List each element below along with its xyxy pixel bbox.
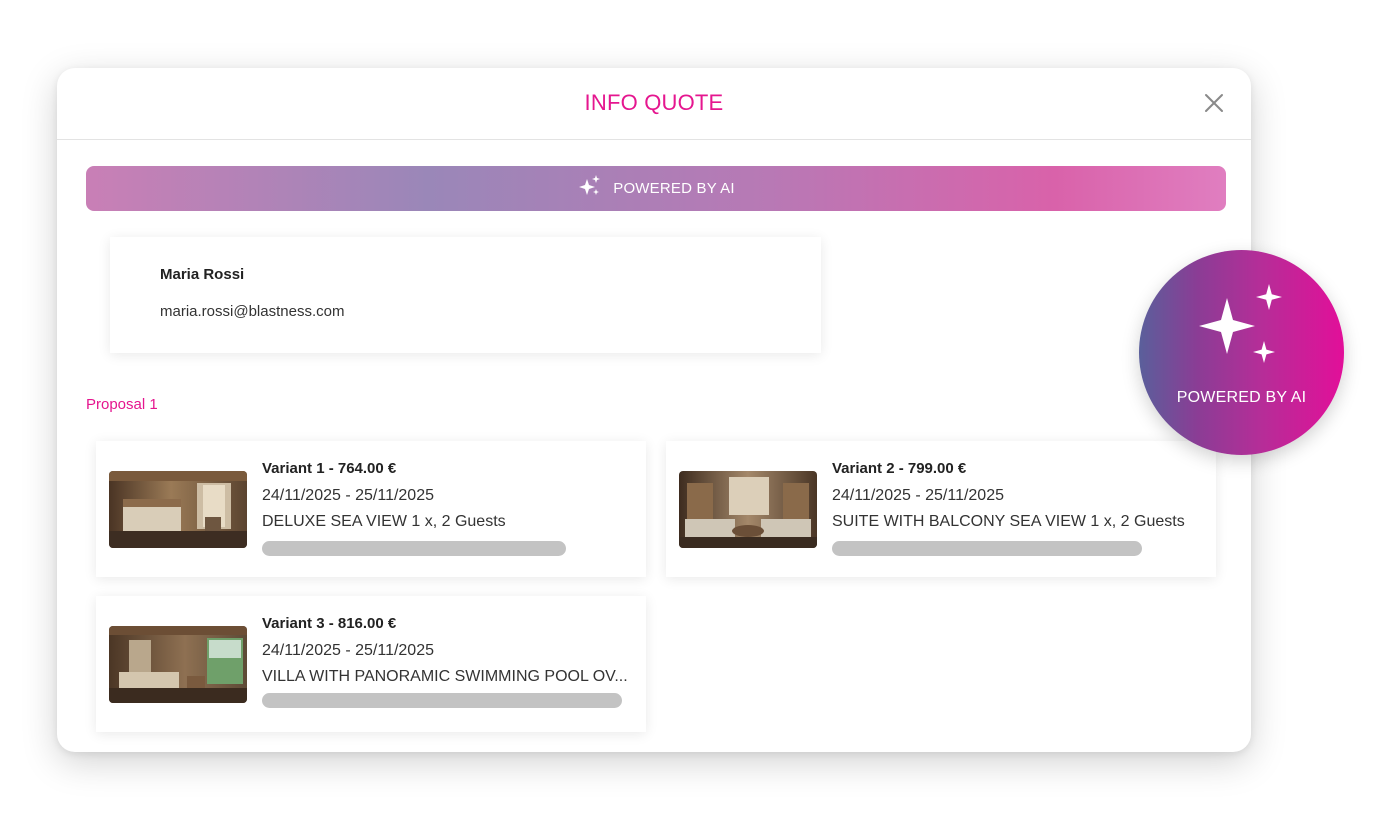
ai-badge-label: POWERED BY AI bbox=[1176, 389, 1307, 406]
variant-title: Variant 3 - 816.00 € bbox=[262, 615, 397, 632]
close-icon[interactable] bbox=[1201, 90, 1227, 116]
contact-email: maria.rossi@blastness.com bbox=[160, 303, 345, 320]
placeholder-bar bbox=[832, 541, 1142, 556]
room-photo bbox=[109, 471, 247, 548]
room-photo bbox=[109, 626, 247, 703]
modal-header: INFO QUOTE bbox=[57, 68, 1251, 140]
ai-banner-label: POWERED BY AI bbox=[613, 180, 735, 197]
variant-room: SUITE WITH BALCONY SEA VIEW 1 x, 2 Guest… bbox=[832, 513, 1185, 530]
variant-room: DELUXE SEA VIEW 1 x, 2 Guests bbox=[262, 513, 506, 530]
powered-by-ai-banner: POWERED BY AI bbox=[86, 166, 1226, 211]
variant-room: VILLA WITH PANORAMIC SWIMMING POOL OV... bbox=[262, 668, 628, 685]
sparkles-icon bbox=[577, 173, 603, 204]
variant-card[interactable]: Variant 2 - 799.00 € 24/11/2025 - 25/11/… bbox=[666, 441, 1216, 577]
room-photo bbox=[679, 471, 817, 548]
powered-by-ai-badge: POWERED BY AI bbox=[1139, 250, 1344, 455]
placeholder-bar bbox=[262, 693, 622, 708]
modal-title: INFO QUOTE bbox=[584, 90, 724, 115]
contact-card: Maria Rossi maria.rossi@blastness.com bbox=[110, 237, 821, 353]
placeholder-bar bbox=[262, 541, 566, 556]
variant-card[interactable]: Variant 1 - 764.00 € 24/11/2025 - 25/11/… bbox=[96, 441, 646, 577]
proposal-label: Proposal 1 bbox=[86, 396, 158, 413]
info-quote-modal: INFO QUOTE POWERED BY AI Maria Rossi mar… bbox=[57, 68, 1251, 752]
variant-title: Variant 2 - 799.00 € bbox=[832, 460, 967, 477]
variant-dates: 24/11/2025 - 25/11/2025 bbox=[832, 487, 1004, 504]
variant-dates: 24/11/2025 - 25/11/2025 bbox=[262, 642, 434, 659]
variant-card[interactable]: Variant 3 - 816.00 € 24/11/2025 - 25/11/… bbox=[96, 596, 646, 732]
variant-title: Variant 1 - 764.00 € bbox=[262, 460, 397, 477]
variant-dates: 24/11/2025 - 25/11/2025 bbox=[262, 487, 434, 504]
contact-name: Maria Rossi bbox=[160, 266, 245, 283]
sparkles-icon bbox=[1195, 284, 1285, 379]
